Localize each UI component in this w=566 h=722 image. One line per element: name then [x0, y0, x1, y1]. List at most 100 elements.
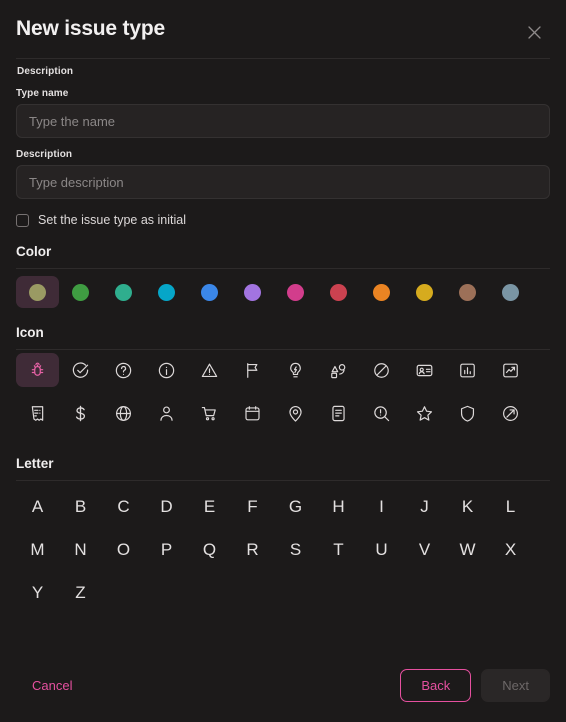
dialog-body: Description Type name Description Set th… — [0, 58, 566, 658]
letter-option-R[interactable]: R — [231, 528, 274, 571]
color-dot-blue — [201, 283, 218, 301]
letter-option-E[interactable]: E — [188, 485, 231, 528]
color-swatch-cyan[interactable] — [145, 276, 188, 308]
letter-option-W[interactable]: W — [446, 528, 489, 571]
description-section-label: Description — [17, 66, 74, 77]
color-swatch-teal[interactable] — [102, 276, 145, 308]
letter-option-M[interactable]: M — [16, 528, 59, 571]
dialog-title: New issue type — [16, 17, 165, 40]
color-swatch-purple[interactable] — [231, 276, 274, 308]
color-swatch-row — [16, 269, 550, 308]
star-icon[interactable] — [403, 396, 446, 430]
color-swatch-yellow[interactable] — [403, 276, 446, 308]
letter-option-F[interactable]: F — [231, 485, 274, 528]
color-dot-magenta — [287, 283, 304, 301]
user-icon[interactable] — [145, 396, 188, 430]
set-initial-checkbox[interactable] — [16, 213, 29, 227]
lightbulb-icon[interactable] — [274, 353, 317, 387]
dialog-footer: Cancel Back Next — [0, 658, 566, 722]
letter-option-S[interactable]: S — [274, 528, 317, 571]
bar-chart-icon[interactable] — [446, 353, 489, 387]
trend-chart-icon[interactable] — [489, 353, 532, 387]
letter-option-H[interactable]: H — [317, 485, 360, 528]
description-label: Description — [16, 149, 73, 160]
letter-option-K[interactable]: K — [446, 485, 489, 528]
color-dot-yellow — [416, 283, 433, 301]
check-circle-icon[interactable] — [59, 353, 102, 387]
set-initial-checkbox-row[interactable]: Set the issue type as initial — [16, 213, 550, 227]
flag-icon[interactable] — [231, 353, 274, 387]
set-initial-label: Set the issue type as initial — [38, 213, 186, 227]
type-name-input[interactable] — [16, 104, 550, 138]
color-swatch-orange[interactable] — [360, 276, 403, 308]
arrow-circle-icon[interactable] — [489, 396, 532, 430]
color-section-heading: Color — [16, 244, 52, 259]
letter-grid: ABCDEFGHIJKL MNOPQRSTUVWX YZ — [16, 481, 550, 614]
icon-section-heading: Icon — [16, 325, 44, 340]
color-swatch-slate-blue[interactable] — [489, 276, 532, 308]
letter-option-T[interactable]: T — [317, 528, 360, 571]
description-input[interactable] — [16, 165, 550, 199]
letter-option-Y[interactable]: Y — [16, 571, 59, 614]
info-circle-icon[interactable] — [145, 353, 188, 387]
color-dot-red — [330, 283, 347, 301]
color-dot-cyan — [158, 283, 175, 301]
search-alert-icon[interactable] — [360, 396, 403, 430]
dialog-header: New issue type — [0, 0, 566, 58]
color-swatch-olive[interactable] — [16, 276, 59, 308]
letter-option-Z[interactable]: Z — [59, 571, 102, 614]
shapes-icon[interactable] — [317, 353, 360, 387]
letter-option-I[interactable]: I — [360, 485, 403, 528]
document-icon[interactable] — [317, 396, 360, 430]
color-dot-teal — [115, 283, 132, 301]
footer-actions: Back Next — [400, 668, 550, 702]
warning-triangle-icon[interactable] — [188, 353, 231, 387]
map-pin-icon[interactable] — [274, 396, 317, 430]
next-button[interactable]: Next — [481, 668, 550, 702]
dollar-icon[interactable] — [59, 396, 102, 430]
letter-option-N[interactable]: N — [59, 528, 102, 571]
blocked-circle-icon[interactable] — [360, 353, 403, 387]
color-swatch-red[interactable] — [317, 276, 360, 308]
type-name-field-group: Type name — [16, 88, 550, 138]
letter-option-U[interactable]: U — [360, 528, 403, 571]
color-swatch-blue[interactable] — [188, 276, 231, 308]
description-field-group: Description — [16, 149, 550, 199]
letter-option-G[interactable]: G — [274, 485, 317, 528]
color-dot-orange — [373, 283, 390, 301]
letter-option-B[interactable]: B — [59, 485, 102, 528]
letter-option-Q[interactable]: Q — [188, 528, 231, 571]
letter-option-O[interactable]: O — [102, 528, 145, 571]
color-dot-olive — [29, 283, 46, 301]
letter-option-A[interactable]: A — [16, 485, 59, 528]
color-swatch-magenta[interactable] — [274, 276, 317, 308]
receipt-icon[interactable] — [16, 396, 59, 430]
calendar-icon[interactable] — [231, 396, 274, 430]
back-button[interactable]: Back — [400, 668, 472, 702]
letter-option-V[interactable]: V — [403, 528, 446, 571]
new-issue-type-dialog: New issue type Description Type name Des… — [0, 0, 566, 722]
letter-option-L[interactable]: L — [489, 485, 532, 528]
globe-icon[interactable] — [102, 396, 145, 430]
color-swatch-green[interactable] — [59, 276, 102, 308]
id-card-icon[interactable] — [403, 353, 446, 387]
color-swatch-brown[interactable] — [446, 276, 489, 308]
letter-option-P[interactable]: P — [145, 528, 188, 571]
color-dot-purple — [244, 283, 261, 301]
color-dot-green — [72, 283, 89, 301]
shopping-cart-icon[interactable] — [188, 396, 231, 430]
icon-grid — [16, 350, 550, 439]
letter-option-X[interactable]: X — [489, 528, 532, 571]
letter-section-heading: Letter — [16, 456, 54, 471]
color-dot-slate-blue — [502, 283, 519, 301]
close-icon[interactable] — [522, 20, 546, 44]
shield-icon[interactable] — [446, 396, 489, 430]
letter-option-C[interactable]: C — [102, 485, 145, 528]
letter-option-D[interactable]: D — [145, 485, 188, 528]
type-name-label: Type name — [16, 88, 69, 99]
question-circle-icon[interactable] — [102, 353, 145, 387]
letter-option-J[interactable]: J — [403, 485, 446, 528]
color-dot-brown — [459, 283, 476, 301]
bug-icon[interactable] — [16, 353, 59, 387]
cancel-button[interactable]: Cancel — [16, 672, 88, 699]
